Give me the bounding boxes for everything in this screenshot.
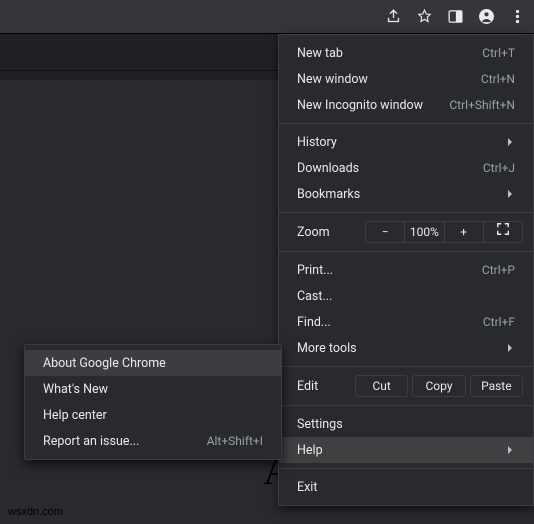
menu-item-label: More tools	[297, 341, 357, 356]
chrome-main-menu: New tab Ctrl+T New window Ctrl+N New Inc…	[278, 34, 534, 506]
menu-print[interactable]: Print... Ctrl+P	[279, 257, 533, 283]
menu-cast[interactable]: Cast...	[279, 283, 533, 309]
menu-edit: Edit Cut Copy Paste	[279, 372, 533, 400]
share-icon[interactable]	[385, 8, 402, 25]
menu-item-shortcut: Ctrl+J	[483, 161, 515, 175]
menu-new-incognito[interactable]: New Incognito window Ctrl+Shift+N	[279, 92, 533, 118]
menu-item-label: Report an issue...	[43, 434, 139, 449]
zoom-in-button[interactable]: +	[445, 222, 484, 242]
menu-new-window[interactable]: New window Ctrl+N	[279, 66, 533, 92]
menu-item-label: Downloads	[297, 161, 359, 176]
menu-item-label: What's New	[43, 382, 108, 397]
menu-item-shortcut: Ctrl+Shift+N	[449, 98, 515, 112]
star-icon[interactable]	[416, 8, 433, 25]
menu-find[interactable]: Find... Ctrl+F	[279, 309, 533, 335]
menu-item-shortcut: Ctrl+T	[482, 46, 515, 60]
zoom-out-button[interactable]: −	[366, 222, 405, 242]
source-watermark: wsxdn.com	[8, 506, 63, 518]
menu-separator	[279, 251, 533, 252]
menu-item-label: Help	[297, 443, 323, 458]
menu-new-tab[interactable]: New tab Ctrl+T	[279, 40, 533, 66]
side-panel-icon[interactable]	[447, 8, 464, 25]
menu-settings[interactable]: Settings	[279, 411, 533, 437]
menu-item-shortcut: Ctrl+N	[481, 72, 515, 86]
chevron-right-icon	[505, 189, 515, 199]
edit-label: Edit	[297, 379, 351, 394]
menu-help[interactable]: Help	[279, 437, 533, 463]
edit-cut-button[interactable]: Cut	[355, 375, 408, 397]
edit-copy-button[interactable]: Copy	[412, 375, 465, 397]
menu-item-label: Bookmarks	[297, 187, 360, 202]
menu-exit[interactable]: Exit	[279, 474, 533, 500]
submenu-report-issue[interactable]: Report an issue... Alt+Shift+I	[25, 428, 281, 454]
help-submenu: About Google Chrome What's New Help cent…	[24, 344, 282, 460]
zoom-value: 100%	[405, 222, 444, 242]
menu-item-label: About Google Chrome	[43, 356, 166, 371]
menu-item-label: Cast...	[297, 289, 332, 304]
menu-separator	[279, 366, 533, 367]
menu-item-label: Help center	[43, 408, 107, 423]
zoom-label: Zoom	[297, 225, 365, 240]
chevron-right-icon	[505, 137, 515, 147]
menu-item-label: New window	[297, 72, 368, 87]
browser-toolbar	[0, 0, 534, 34]
menu-item-label: New Incognito window	[297, 98, 423, 113]
menu-zoom: Zoom − 100% +	[279, 218, 533, 246]
chevron-right-icon	[505, 445, 515, 455]
fullscreen-icon	[496, 222, 510, 236]
menu-item-shortcut: Ctrl+P	[482, 263, 515, 277]
menu-item-label: History	[297, 135, 337, 150]
menu-separator	[279, 123, 533, 124]
menu-separator	[279, 212, 533, 213]
menu-item-label: Settings	[297, 417, 343, 432]
menu-separator	[279, 468, 533, 469]
menu-item-label: Print...	[297, 263, 333, 278]
menu-item-shortcut: Ctrl+F	[483, 315, 515, 329]
menu-item-label: Find...	[297, 315, 331, 330]
submenu-help-center[interactable]: Help center	[25, 402, 281, 428]
menu-item-shortcut: Alt+Shift+I	[207, 434, 263, 448]
menu-bookmarks[interactable]: Bookmarks	[279, 181, 533, 207]
menu-item-label: New tab	[297, 46, 343, 61]
menu-history[interactable]: History	[279, 129, 533, 155]
menu-item-label: Exit	[297, 480, 317, 495]
edit-paste-button[interactable]: Paste	[470, 375, 523, 397]
submenu-whats-new[interactable]: What's New	[25, 376, 281, 402]
more-vert-icon[interactable]	[509, 8, 526, 25]
chevron-right-icon	[505, 343, 515, 353]
profile-icon[interactable]	[478, 8, 495, 25]
fullscreen-button[interactable]	[484, 222, 522, 242]
menu-more-tools[interactable]: More tools	[279, 335, 533, 361]
menu-separator	[279, 405, 533, 406]
menu-downloads[interactable]: Downloads Ctrl+J	[279, 155, 533, 181]
zoom-controls: − 100% +	[365, 221, 523, 243]
submenu-about-chrome[interactable]: About Google Chrome	[25, 350, 281, 376]
